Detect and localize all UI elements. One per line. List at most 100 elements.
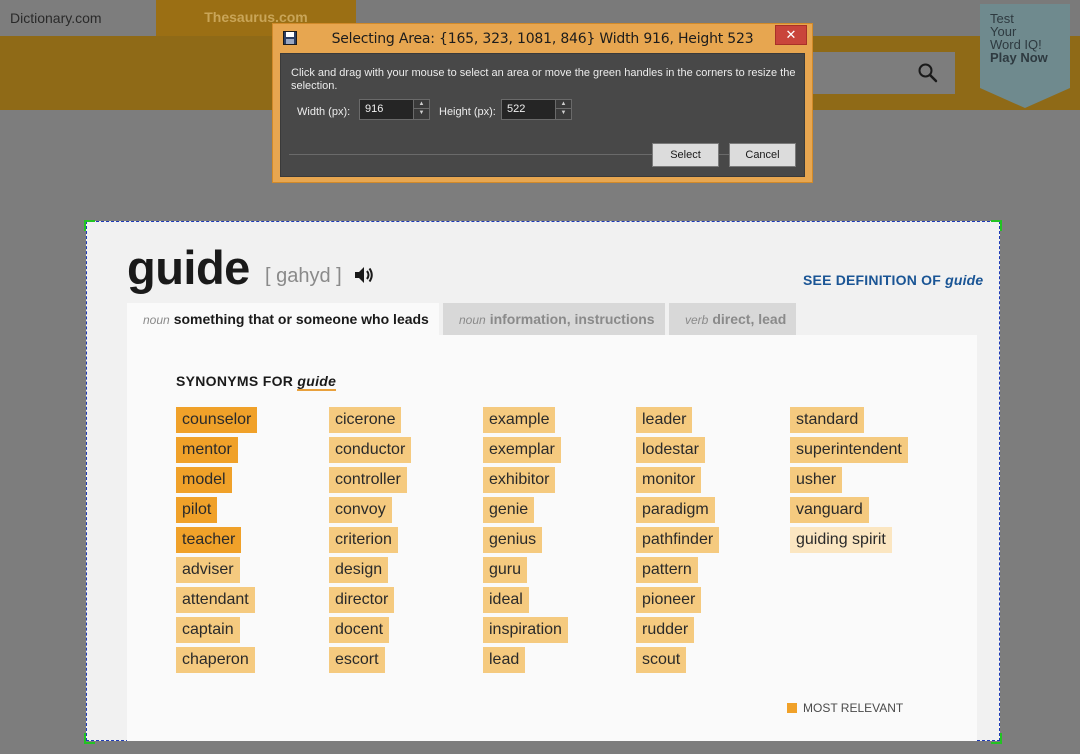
tab-dictionary[interactable]: Dictionary.com (0, 0, 156, 36)
chevron-up-icon[interactable]: ▲ (414, 100, 429, 109)
synonym-row: pathfinder (636, 527, 720, 553)
tab-label: direct, lead (712, 311, 787, 327)
synonym-chip[interactable]: superintendent (790, 437, 908, 463)
select-button[interactable]: Select (652, 143, 719, 167)
synonym-column: standard superintendent usher vanguard guidi… (790, 407, 908, 557)
synonym-chip[interactable]: adviser (176, 557, 240, 583)
synonym-chip[interactable]: scout (636, 647, 687, 673)
synonym-chip[interactable]: pathfinder (636, 527, 720, 553)
synonym-chip[interactable]: cicerone (329, 407, 402, 433)
synonym-chip[interactable]: ideal (483, 587, 529, 613)
resize-handle-bottom-left[interactable] (84, 731, 96, 744)
synonym-chip[interactable]: pattern (636, 557, 698, 583)
synonym-chip[interactable]: paradigm (636, 497, 715, 523)
synonym-chip[interactable]: vanguard (790, 497, 869, 523)
synonym-row: lodestar (636, 437, 719, 463)
synonym-chip[interactable]: pioneer (636, 587, 702, 613)
synonym-chip[interactable]: pilot (176, 497, 218, 523)
synonym-chip[interactable]: director (329, 587, 395, 613)
synonym-chip[interactable]: leader (636, 407, 693, 433)
tab-sense-2[interactable]: noun information, instructions (443, 303, 665, 335)
synonym-chip[interactable]: monitor (636, 467, 702, 493)
synonym-chip[interactable]: inspiration (483, 617, 568, 643)
chevron-up-icon[interactable]: ▲ (556, 100, 571, 109)
synonyms-heading-label: SYNONYMS FOR (176, 373, 294, 389)
synonym-chip[interactable]: genius (483, 527, 543, 553)
synonym-chip[interactable]: exhibitor (483, 467, 556, 493)
tab-sense-1[interactable]: noun something that or someone who leads (127, 303, 439, 335)
synonym-chip[interactable]: conductor (329, 437, 412, 463)
word-iq-promo[interactable]: Test Your Word IQ! Play Now (980, 4, 1070, 108)
synonym-chip[interactable]: mentor (176, 437, 238, 463)
tab-sense-3[interactable]: verb direct, lead (669, 303, 796, 335)
resize-handle-top-left[interactable] (84, 219, 96, 231)
synonym-row: guiding spirit (790, 527, 908, 553)
synonym-row: teacher (176, 527, 257, 553)
synonym-chip[interactable]: exemplar (483, 437, 561, 463)
width-label: Width (px): (297, 106, 351, 118)
chevron-down-icon[interactable]: ▼ (414, 109, 429, 118)
synonym-row: model (176, 467, 257, 493)
headword: guide (127, 241, 250, 294)
synonym-chip[interactable]: guiding spirit (790, 527, 892, 553)
synonym-chip[interactable]: model (176, 467, 232, 493)
synonym-chip[interactable]: captain (176, 617, 240, 643)
synonym-chip[interactable]: docent (329, 617, 390, 643)
tab-pos: noun (143, 313, 170, 327)
synonym-column: counselor mentor model pilot teacher adviser a… (176, 407, 258, 677)
synonym-chip[interactable]: design (329, 557, 389, 583)
see-definition-link[interactable]: SEE DEFINITION OF guide (803, 272, 983, 288)
synonym-chip[interactable]: lead (483, 647, 526, 673)
synonym-chip[interactable]: attendant (176, 587, 255, 613)
floppy-disk-icon (283, 31, 297, 45)
synonym-chip[interactable]: teacher (176, 527, 242, 553)
selection-dialog: Selecting Area: {165, 323, 1081, 846} Wi… (272, 23, 813, 183)
synonym-column: leader lodestar monitor paradigm pathfinder p… (636, 407, 720, 677)
cancel-button[interactable]: Cancel (729, 143, 796, 167)
width-stepper[interactable]: 916 ▲ ▼ (359, 99, 430, 120)
close-button[interactable]: ✕ (775, 25, 807, 45)
height-label: Height (px): (439, 106, 496, 118)
synonym-row: docent (329, 617, 411, 643)
synonym-row: standard (790, 407, 908, 433)
height-stepper-arrows[interactable]: ▲ ▼ (555, 100, 571, 119)
width-value[interactable]: 916 (365, 103, 383, 115)
width-stepper-arrows[interactable]: ▲ ▼ (413, 100, 429, 119)
dialog-title-bar[interactable]: Selecting Area: {165, 323, 1081, 846} Wi… (273, 24, 812, 52)
synonym-column: example exemplar exhibitor genie genius guru i… (483, 407, 568, 677)
tab-pos: verb (685, 313, 709, 327)
synonym-chip[interactable]: controller (329, 467, 407, 493)
synonym-row: genius (483, 527, 568, 553)
synonym-chip[interactable]: guru (483, 557, 528, 583)
height-value[interactable]: 522 (507, 103, 525, 115)
resize-handle-top-right[interactable] (990, 219, 1002, 231)
synonyms-heading: SYNONYMS FOR guide (176, 373, 337, 391)
synonym-row: mentor (176, 437, 257, 463)
synonym-chip[interactable]: convoy (329, 497, 392, 523)
height-stepper[interactable]: 522 ▲ ▼ (501, 99, 572, 120)
synonym-chip[interactable]: lodestar (636, 437, 705, 463)
synonym-chip[interactable]: example (483, 407, 556, 433)
synonym-chip[interactable]: standard (790, 407, 865, 433)
synonym-chip[interactable]: rudder (636, 617, 695, 643)
synonym-chip[interactable]: counselor (176, 407, 258, 433)
synonym-column: cicerone conductor controller convoy criteri… (329, 407, 412, 677)
chevron-down-icon[interactable]: ▼ (556, 109, 571, 118)
synonym-row: pioneer (636, 587, 719, 613)
synonym-row: director (329, 587, 411, 613)
synonym-chip[interactable]: criterion (329, 527, 398, 553)
resize-handle-bottom-right[interactable] (990, 731, 1002, 744)
speaker-icon[interactable] (353, 265, 375, 285)
legend-label: MOST RELEVANT (803, 701, 904, 715)
play-now-link[interactable]: Play Now (990, 51, 1048, 64)
selection-area[interactable]: guide [ gahyd ] SEE DEFINITION OF guide … (84, 219, 1002, 744)
dialog-title: Selecting Area: {165, 323, 1081, 846} Wi… (331, 31, 754, 47)
synonym-chip[interactable]: usher (790, 467, 843, 493)
synonym-chip[interactable]: genie (483, 497, 535, 523)
relevance-legend: MOST RELEVANT (787, 701, 903, 715)
search-icon[interactable] (917, 62, 939, 84)
synonym-row: controller (329, 467, 411, 493)
synonym-chip[interactable]: escort (329, 647, 385, 673)
synonym-row: design (329, 557, 411, 583)
synonym-chip[interactable]: chaperon (176, 647, 255, 673)
